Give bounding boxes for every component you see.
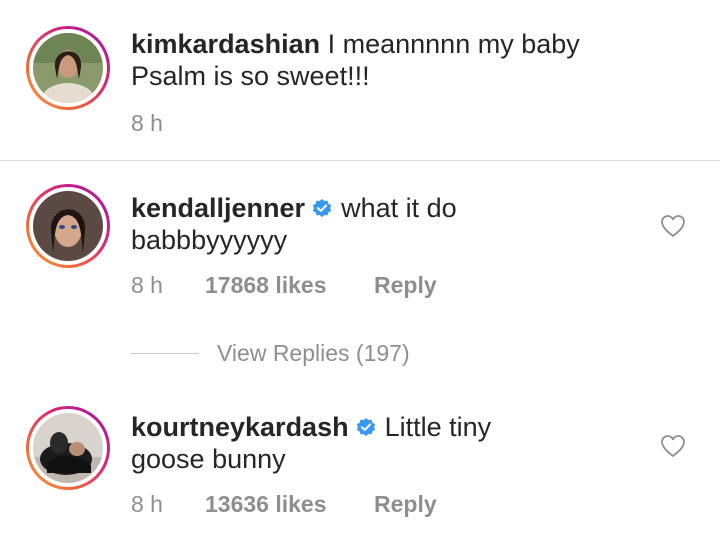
- comment-time: 8 h: [131, 110, 163, 136]
- comment-time: 8 h: [131, 272, 163, 298]
- verified-badge-icon: [312, 199, 332, 218]
- heart-outline-icon[interactable]: [660, 434, 686, 458]
- comment-meta: 8 h 17868 likes Reply: [131, 272, 437, 299]
- view-replies-label: View Replies (197): [217, 340, 410, 366]
- comment-body: kendalljenner what it do babbbyyyyyy: [131, 192, 531, 256]
- comment-meta: 8 h 13636 likes Reply: [131, 491, 437, 518]
- view-replies-line: [131, 353, 199, 354]
- reply-button[interactable]: Reply: [374, 491, 437, 518]
- comment-body: kourtneykardash Little tiny goose bunny: [131, 411, 531, 475]
- avatar-kendalljenner[interactable]: [26, 184, 110, 268]
- avatar-photo: [33, 191, 103, 261]
- avatar-photo: [33, 413, 103, 483]
- avatar-photo: [33, 33, 103, 103]
- comments-view: kimkardashian I meannnnn my baby Psalm i…: [0, 0, 720, 548]
- avatar-kimkardashian[interactable]: [26, 26, 110, 110]
- avatar-kourtneykardash[interactable]: [26, 406, 110, 490]
- username-link[interactable]: kourtneykardash: [131, 412, 349, 442]
- likes-count-button[interactable]: 17868 likes: [205, 272, 374, 299]
- heart-outline-icon[interactable]: [660, 214, 686, 238]
- comment-meta: 8 h: [131, 110, 205, 137]
- comment-body: kimkardashian I meannnnn my baby Psalm i…: [131, 28, 611, 92]
- comment-time: 8 h: [131, 491, 163, 517]
- caption-divider: [0, 160, 720, 161]
- verified-badge-icon: [356, 418, 375, 437]
- username-link[interactable]: kimkardashian: [131, 29, 320, 59]
- username-link[interactable]: kendalljenner: [131, 193, 305, 223]
- likes-count-button[interactable]: 13636 likes: [205, 491, 374, 518]
- reply-button[interactable]: Reply: [374, 272, 437, 299]
- view-replies-button[interactable]: View Replies (197): [131, 340, 410, 367]
